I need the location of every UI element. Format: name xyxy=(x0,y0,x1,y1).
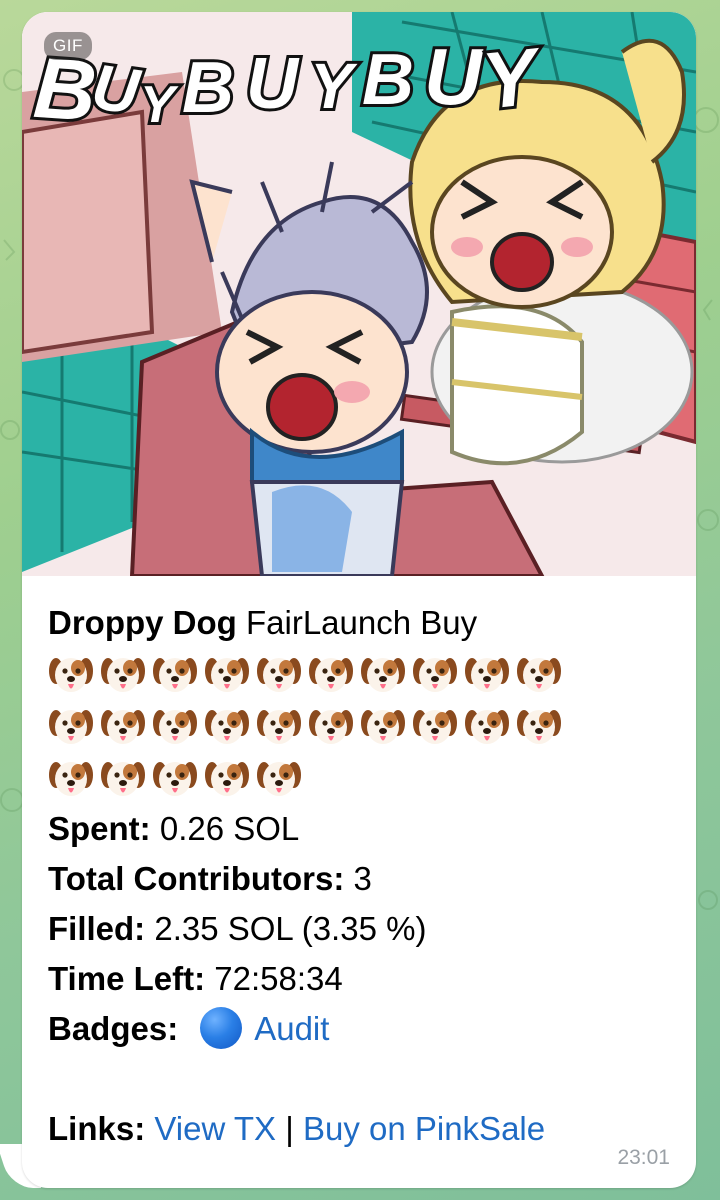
time-left-value: 72:58:34 xyxy=(205,960,343,997)
event-type: FairLaunch Buy xyxy=(236,604,478,641)
dog-face-icon xyxy=(361,658,405,692)
dog-face-icon xyxy=(49,762,93,796)
audit-link[interactable]: Audit xyxy=(254,1010,329,1047)
contributors-label: Total Contributors: xyxy=(48,860,345,897)
dog-face-icon xyxy=(361,710,405,744)
filled-value: 2.35 SOL (3.35 %) xyxy=(145,910,427,947)
dog-face-icon xyxy=(413,710,457,744)
badges-line: Badges: Audit xyxy=(48,1004,678,1054)
svg-text:B: B xyxy=(182,48,234,128)
dog-face-icon xyxy=(153,658,197,692)
dog-face-icon xyxy=(465,658,509,692)
time-left-line: Time Left: 72:58:34 xyxy=(48,954,678,1004)
svg-text:U: U xyxy=(246,44,300,124)
token-name: Droppy Dog xyxy=(48,604,237,641)
dog-face-icon xyxy=(101,710,145,744)
dog-face-icon xyxy=(413,658,457,692)
contributors-line: Total Contributors: 3 xyxy=(48,854,678,904)
dog-face-icon xyxy=(517,710,561,744)
dog-emoji-block xyxy=(48,648,678,804)
dog-face-icon xyxy=(205,710,249,744)
links-line: Links: View TX | Buy on PinkSale xyxy=(48,1104,678,1154)
svg-text:Y: Y xyxy=(310,50,358,122)
message-bubble: B U Y B U Y B U Y GIF Droppy Dog FairLau… xyxy=(22,12,696,1188)
message-caption: Droppy Dog FairLaunch Buy Spent: 0.26 SO… xyxy=(48,598,678,1154)
dog-face-icon xyxy=(517,658,561,692)
dog-face-icon xyxy=(101,658,145,692)
gif-media[interactable]: B U Y B U Y B U Y GIF xyxy=(22,12,696,576)
links-label: Links: xyxy=(48,1110,146,1147)
svg-text:Y: Y xyxy=(140,76,179,134)
dog-face-icon xyxy=(465,710,509,744)
dog-face-icon xyxy=(153,710,197,744)
dog-face-icon xyxy=(49,710,93,744)
dog-face-icon xyxy=(309,658,353,692)
message-timestamp: 23:01 xyxy=(617,1146,670,1169)
svg-text:B: B xyxy=(362,40,414,120)
contributors-value: 3 xyxy=(344,860,372,897)
dog-face-icon xyxy=(257,710,301,744)
emoji-row xyxy=(48,700,678,752)
title-line: Droppy Dog FairLaunch Buy xyxy=(48,598,678,648)
dog-face-icon xyxy=(101,762,145,796)
badges-label: Badges: xyxy=(48,1010,179,1047)
anime-buy-illustration: B U Y B U Y B U Y xyxy=(22,12,696,576)
dog-face-icon xyxy=(205,762,249,796)
spent-label: Spent: xyxy=(48,810,151,847)
emoji-row xyxy=(48,752,678,804)
dog-face-icon xyxy=(205,658,249,692)
spent-line: Spent: 0.26 SOL xyxy=(48,804,678,854)
dog-face-icon xyxy=(153,762,197,796)
time-left-label: Time Left: xyxy=(48,960,206,997)
emoji-row xyxy=(48,648,678,700)
filled-label: Filled: xyxy=(48,910,146,947)
dog-face-icon xyxy=(257,658,301,692)
svg-text:U: U xyxy=(424,32,484,121)
gif-badge: GIF xyxy=(44,32,92,60)
buy-on-pinksale-link[interactable]: Buy on PinkSale xyxy=(303,1110,545,1147)
dog-face-icon xyxy=(309,710,353,744)
dog-face-icon xyxy=(49,658,93,692)
spent-value: 0.26 SOL xyxy=(150,810,300,847)
view-tx-link[interactable]: View TX xyxy=(154,1110,276,1147)
link-separator: | xyxy=(276,1110,303,1147)
filled-line: Filled: 2.35 SOL (3.35 %) xyxy=(48,904,678,954)
blue-circle-icon xyxy=(200,1007,243,1049)
dog-face-icon xyxy=(257,762,301,796)
